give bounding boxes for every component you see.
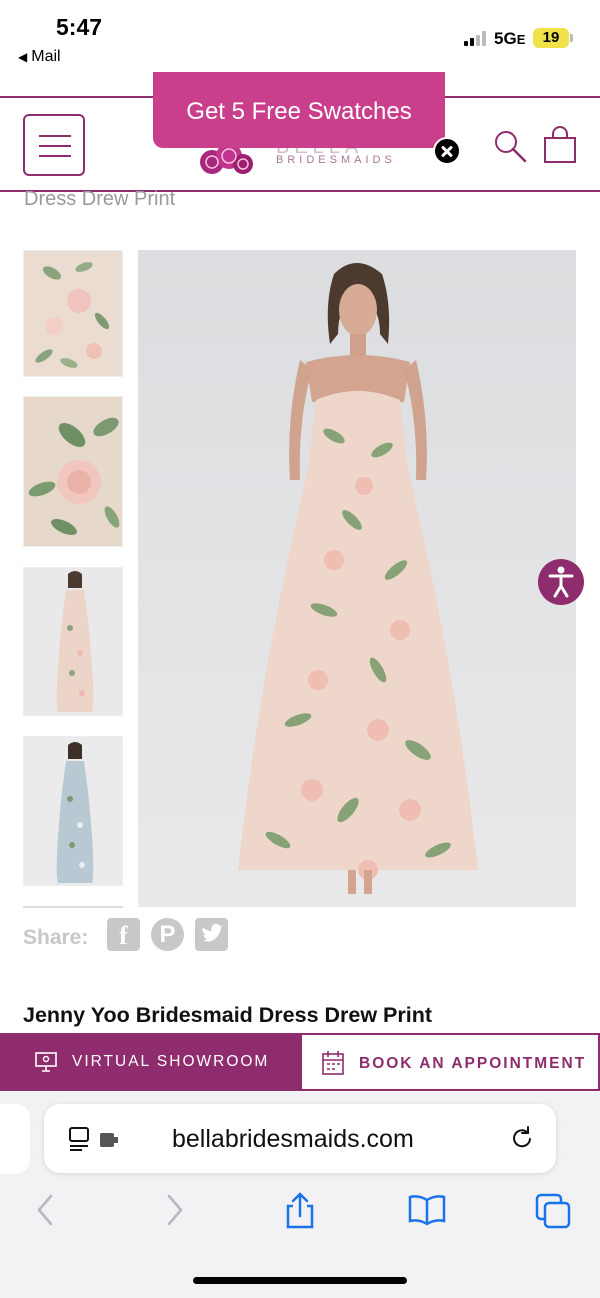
thumbnail-model-blue[interactable] — [23, 736, 123, 886]
accessibility-button[interactable] — [538, 559, 584, 605]
thumbnail-fabric-1[interactable] — [23, 250, 123, 377]
address-bar[interactable]: bellabridesmaids.com — [44, 1104, 556, 1173]
bookmarks-icon[interactable] — [407, 1194, 447, 1226]
breadcrumb-title: Dress Drew Print — [24, 188, 176, 210]
battery-icon: 19 — [533, 28, 569, 48]
calendar-icon — [322, 1051, 344, 1075]
accessibility-icon — [548, 566, 574, 598]
back-app-label: Mail — [31, 48, 61, 65]
forward-icon[interactable] — [164, 1192, 186, 1228]
pinterest-icon[interactable]: P — [151, 918, 184, 951]
network-indicator: 5GE — [494, 29, 526, 48]
status-bar: 5:47 ◀ Mail 5GE 19 — [0, 0, 600, 72]
back-icon[interactable] — [34, 1192, 56, 1228]
thumbnail-model-blush[interactable] — [23, 567, 123, 716]
previous-tab-pill[interactable] — [0, 1104, 30, 1174]
monitor-icon — [35, 1052, 57, 1072]
main-product-image[interactable] — [138, 250, 576, 907]
share-label: Share: — [23, 926, 89, 949]
gallery-divider — [23, 906, 123, 908]
facebook-icon[interactable]: f — [107, 918, 140, 951]
hamburger-icon — [39, 135, 71, 137]
safari-toolbar: bellabridesmaids.com — [0, 1092, 600, 1298]
battery-nub — [570, 34, 573, 42]
product-title: Jenny Yoo Bridesmaid Dress Drew Print — [23, 1003, 433, 1027]
search-icon[interactable] — [492, 128, 528, 164]
shopping-bag-icon[interactable] — [542, 126, 578, 164]
close-icon[interactable] — [433, 137, 461, 165]
signal-icon — [464, 30, 490, 46]
reload-icon[interactable] — [508, 1124, 536, 1152]
free-swatches-banner[interactable]: Get 5 Free Swatches — [153, 72, 445, 148]
reader-icon[interactable] — [68, 1126, 126, 1152]
logo-subtext: BRIDESMAIDS — [276, 154, 396, 166]
thumbnail-fabric-2[interactable] — [23, 396, 123, 547]
back-triangle-icon: ◀ — [18, 50, 28, 64]
share-icon[interactable] — [284, 1190, 316, 1230]
menu-button[interactable] — [23, 114, 85, 176]
book-appointment-label: BOOK AN APPOINTMENT — [359, 1055, 587, 1072]
home-indicator[interactable] — [193, 1277, 407, 1284]
tabs-icon[interactable] — [534, 1192, 572, 1230]
url-text: bellabridesmaids.com — [172, 1125, 414, 1153]
back-to-mail[interactable]: ◀ Mail — [18, 48, 61, 66]
virtual-showroom-button[interactable]: VIRTUAL SHOWROOM — [0, 1033, 300, 1091]
virtual-showroom-label: VIRTUAL SHOWROOM — [72, 1053, 270, 1070]
twitter-icon[interactable] — [195, 918, 228, 951]
book-appointment-button[interactable]: BOOK AN APPOINTMENT — [300, 1033, 600, 1091]
status-time: 5:47 — [56, 14, 103, 40]
